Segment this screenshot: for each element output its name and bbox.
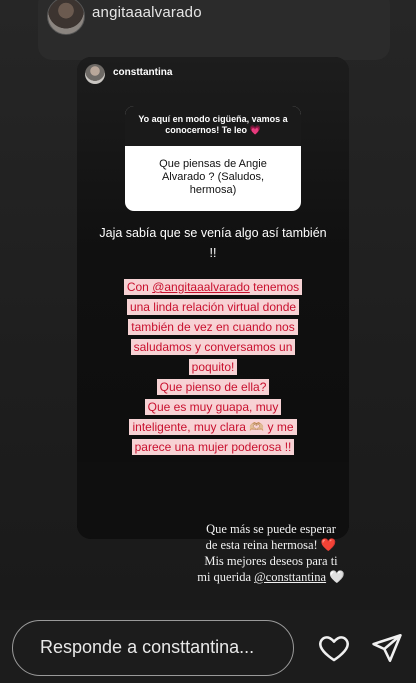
caption-line: Que más se puede esperar bbox=[206, 522, 336, 536]
overlay-caption: Que más se puede esperar de esta reina h… bbox=[176, 521, 366, 585]
highlight-line-1: Con @angitaaalvarado tenemos una linda r… bbox=[123, 279, 303, 375]
reply-input[interactable]: Responde a consttantina... bbox=[12, 620, 294, 676]
highlight-text: Con bbox=[126, 280, 153, 294]
caption-mention[interactable]: @consttantina bbox=[254, 570, 326, 584]
caption-line: Mis mejores deseos para ti bbox=[204, 554, 338, 568]
highlight-line-2: Que pienso de ella? bbox=[156, 379, 270, 395]
caption-line: mi querida bbox=[197, 570, 255, 584]
red-heart-icon: ❤️ bbox=[320, 538, 337, 552]
white-heart-icon: 🤍 bbox=[329, 570, 345, 584]
caption-line: de esta reina hermosa! bbox=[205, 538, 318, 552]
pink-heart-icon: 💗 bbox=[249, 125, 261, 135]
reshared-story-username: consttantina bbox=[113, 67, 173, 78]
highlighted-answer: Con @angitaaalvarado tenemos una linda r… bbox=[117, 277, 309, 457]
answer-text: Jaja sabía que se venía algo así también… bbox=[99, 226, 327, 260]
shared-story-username[interactable]: angitaaalvarado bbox=[92, 4, 202, 21]
highlight-line-3: Que es muy guapa, muy inteligente, muy c… bbox=[129, 399, 297, 455]
reshared-story-avatar bbox=[85, 64, 105, 84]
question-prompt-text: Yo aquí en modo cigüeña, vamos a conocer… bbox=[138, 114, 288, 135]
reshared-story-card[interactable]: consttantina Yo aquí en modo cigüeña, va… bbox=[77, 57, 349, 539]
heart-outline-icon[interactable] bbox=[317, 631, 351, 665]
question-sticker: Yo aquí en modo cigüeña, vamos a conocer… bbox=[125, 106, 301, 211]
highlight-text: tenemos una linda relación virtual donde… bbox=[129, 280, 300, 374]
question-sticker-prompt: Yo aquí en modo cigüeña, vamos a conocer… bbox=[125, 106, 301, 146]
paper-plane-icon[interactable] bbox=[370, 631, 404, 665]
shared-story-header bbox=[38, 0, 390, 60]
question-sticker-question: Que piensas de Angie Alvarado ? (Saludos… bbox=[159, 158, 267, 196]
mention-link: @angitaaalvarado bbox=[152, 280, 250, 294]
